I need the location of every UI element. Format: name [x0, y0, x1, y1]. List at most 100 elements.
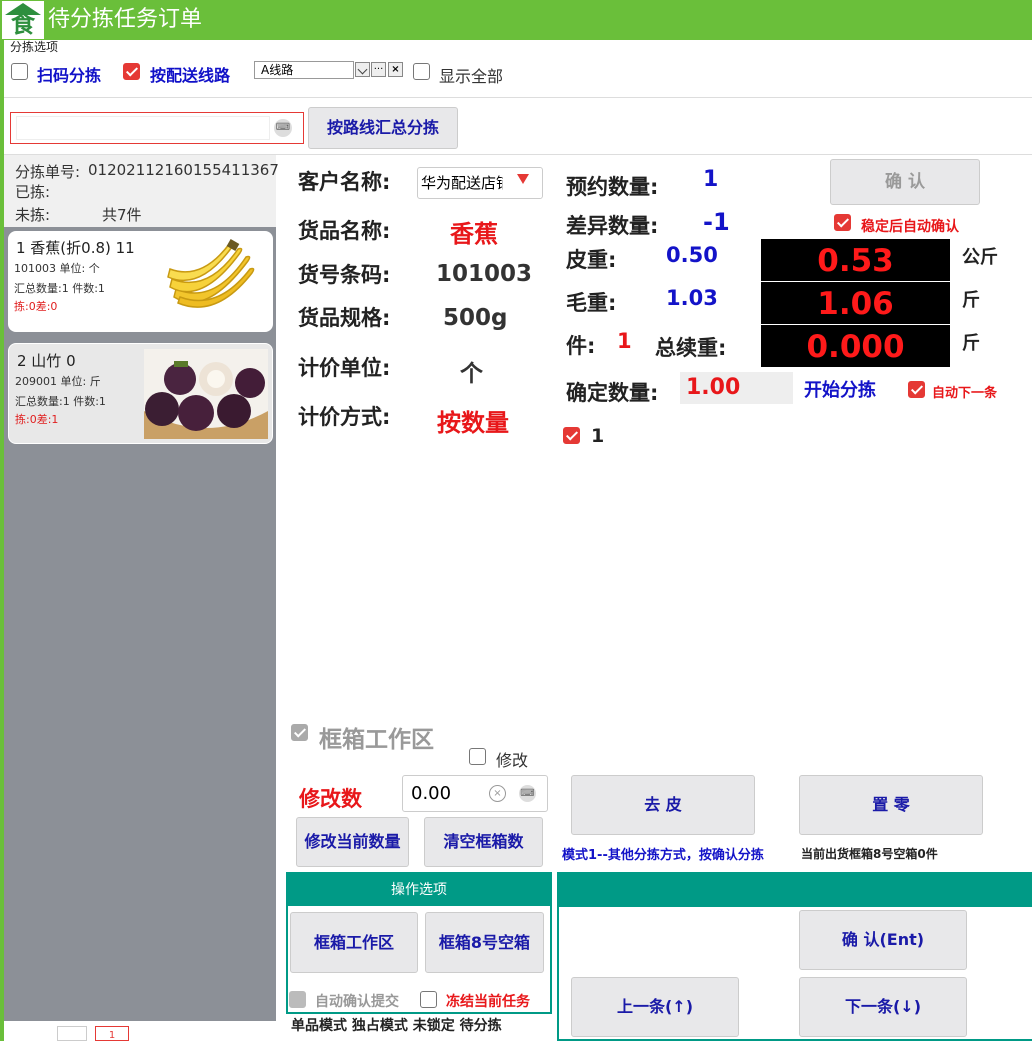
next-button[interactable]: 下一条(↓) — [799, 977, 967, 1037]
mode-note: 模式1--其他分拣方式，按确认分拣 — [562, 848, 764, 863]
prev-button[interactable]: 上一条(↑) — [571, 977, 739, 1037]
pager-prev[interactable] — [57, 1026, 87, 1041]
order-info: 分拣单号: 01202112160155411367 已拣: 未拣: 共7件 — [4, 155, 279, 227]
by-route-label[interactable]: 按配送线路 — [150, 62, 230, 86]
ops-header: 操作选项 — [288, 874, 550, 906]
modify-label[interactable]: 修改 — [496, 747, 528, 771]
nav-header — [559, 874, 1032, 907]
by-route-checkbox[interactable] — [123, 63, 140, 80]
window-title: 待分拣任务订单 — [48, 7, 203, 32]
auto-confirm-label[interactable]: 稳定后自动确认 — [861, 216, 959, 236]
order-no-label: 分拣单号: — [15, 163, 81, 181]
picked-label: 已拣: — [15, 183, 51, 201]
divider — [4, 97, 1032, 98]
freeze-task-label[interactable]: 冻结当前任务 — [446, 991, 530, 1011]
barcode-label: 货号条码: — [298, 263, 391, 287]
tare-unit: 公斤 — [962, 247, 998, 268]
list-item[interactable]: 1 香蕉(折0.8) 11 101003 单位: 个 汇总数量:1 件数:1 拣… — [8, 231, 273, 332]
clear-icon[interactable]: × — [489, 785, 506, 802]
box-area-title: 框箱工作区 — [319, 727, 434, 753]
route-clear-button[interactable]: × — [388, 62, 403, 77]
keyboard-icon[interactable]: ⌨ — [274, 119, 292, 137]
auto-submit-label[interactable]: 自动确认提交 — [315, 991, 399, 1011]
item-status: 拣:0差:0 — [14, 300, 58, 313]
diff-label: 差异数量: — [566, 214, 659, 238]
start-sort-link[interactable]: 开始分拣 — [804, 376, 876, 402]
box-area-checkbox[interactable] — [291, 724, 308, 741]
total-count: 共7件 — [102, 206, 142, 224]
price-method: 按数量 — [437, 409, 509, 437]
item-status: 拣:0差:1 — [15, 413, 59, 426]
pager-area — [4, 1021, 276, 1041]
spec-label: 货品规格: — [298, 306, 391, 330]
route-dropdown-button[interactable] — [355, 62, 370, 77]
spec: 500g — [443, 305, 508, 331]
tare-display: 0.53 — [761, 239, 950, 281]
box8-button[interactable]: 框箱8号空箱 — [425, 912, 544, 973]
customer-label: 客户名称: — [298, 170, 391, 194]
price-unit: 个 — [460, 361, 483, 387]
modify-num-label: 修改数 — [299, 787, 362, 811]
confirm-qty-input[interactable]: 1.00 — [680, 372, 793, 404]
item-summary: 汇总数量:1 件数:1 — [14, 282, 105, 295]
confirm-button[interactable]: 确 认 — [830, 159, 980, 205]
clear-box-button[interactable]: 清空框箱数 — [424, 817, 543, 867]
order-no: 01202112160155411367 — [88, 161, 279, 179]
total-unit: 斤 — [962, 333, 980, 354]
item-checkbox[interactable] — [563, 427, 580, 444]
pager-current[interactable]: 1 — [95, 1026, 129, 1041]
gross-value: 1.03 — [666, 286, 718, 310]
modify-checkbox[interactable] — [469, 748, 486, 769]
zero-button[interactable]: 置 零 — [799, 775, 983, 835]
gross-label: 毛重: — [566, 291, 617, 315]
auto-submit-checkbox[interactable] — [289, 991, 306, 1012]
box-area-button[interactable]: 框箱工作区 — [290, 912, 418, 973]
gross-display: 1.06 — [761, 282, 950, 324]
item-code-unit: 101003 单位: 个 — [14, 262, 100, 275]
scan-sort-label[interactable]: 扫码分拣 — [37, 62, 101, 86]
route-more-button[interactable]: ··· — [371, 62, 386, 77]
keyboard-icon[interactable]: ⌨ — [519, 785, 536, 802]
mangosteen-image — [144, 349, 268, 439]
modify-current-button[interactable]: 修改当前数量 — [296, 817, 409, 867]
item-check-label: 1 — [591, 425, 605, 447]
tare-label: 皮重: — [566, 248, 617, 272]
route-summary-button[interactable]: 按路线汇总分拣 — [308, 107, 458, 149]
tare-value: 0.50 — [666, 243, 718, 267]
box-note: 当前出货框箱8号空箱0件 — [801, 847, 938, 861]
app-logo-icon: 食 — [2, 1, 44, 39]
goods-name: 香蕉 — [450, 220, 498, 248]
auto-next-label[interactable]: 自动下一条 — [932, 382, 997, 401]
search-input[interactable] — [16, 116, 270, 140]
barcode: 101003 — [436, 261, 533, 287]
reserve-label: 预约数量: — [566, 175, 659, 199]
goods-name-label: 货品名称: — [298, 219, 391, 243]
banana-image — [167, 239, 255, 308]
options-legend: 分拣选项 — [10, 40, 59, 54]
chevron-down-icon — [357, 64, 368, 75]
piece-value: 1 — [617, 329, 632, 353]
unpicked-label: 未拣: — [15, 206, 51, 224]
list-item[interactable]: 2 山竹 0 209001 单位: 斤 汇总数量:1 件数:1 拣:0差:1 — [8, 343, 273, 444]
item-summary: 汇总数量:1 件数:1 — [15, 395, 106, 408]
item-code-unit: 209001 单位: 斤 — [15, 375, 101, 388]
dropdown-arrow-icon[interactable] — [517, 174, 529, 184]
auto-confirm-checkbox[interactable] — [834, 214, 851, 231]
item-title: 2 山竹 0 — [17, 352, 76, 370]
piece-label: 件: — [566, 334, 596, 358]
show-all-checkbox[interactable] — [413, 63, 430, 84]
confirm-ent-button[interactable]: 确 认(Ent) — [799, 910, 967, 970]
scan-sort-checkbox[interactable] — [11, 63, 28, 84]
tare-button[interactable]: 去 皮 — [571, 775, 755, 835]
total-weight-label: 总续重: — [655, 336, 727, 360]
show-all-label[interactable]: 显示全部 — [439, 63, 503, 87]
route-select[interactable]: A线路 — [254, 61, 354, 79]
freeze-task-checkbox[interactable] — [420, 991, 437, 1012]
auto-next-checkbox[interactable] — [908, 381, 925, 398]
gross-unit: 斤 — [962, 290, 980, 311]
total-weight-display: 0.000 — [761, 325, 950, 367]
item-title: 1 香蕉(折0.8) 11 — [16, 239, 135, 257]
price-unit-label: 计价单位: — [298, 356, 391, 380]
status-bar: 单品模式 独占模式 未锁定 待分拣 — [291, 1018, 502, 1034]
reserve-value: 1 — [703, 167, 719, 192]
